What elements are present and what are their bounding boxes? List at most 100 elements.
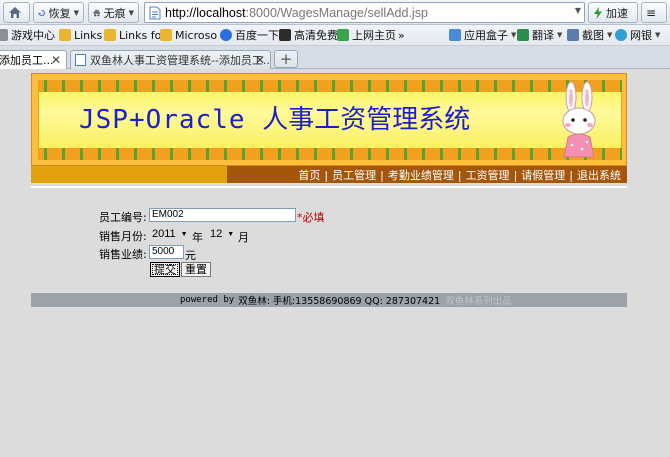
divider	[31, 186, 627, 188]
banner-title-latin: JSP+Oracle	[79, 105, 263, 135]
bookmark-label: Links	[74, 28, 103, 42]
banner-title-cn: 人事工资管理系统	[262, 105, 471, 135]
tab-title: 双鱼林人事工资管理系统--添加员工...	[90, 54, 270, 67]
close-icon[interactable]: ✕	[255, 53, 265, 67]
chevron-down-icon: ▼	[180, 230, 188, 238]
restore-icon	[38, 9, 45, 16]
nav-item-wages[interactable]: 工资管理	[466, 167, 510, 183]
month-unit: 月	[238, 231, 249, 244]
employee-no-label: 员工编号:	[99, 211, 147, 224]
menu-button[interactable]: ≡	[641, 2, 667, 23]
page-icon	[75, 54, 86, 66]
nav-item-logout[interactable]: 退出系统	[577, 167, 621, 183]
bookmarks-more[interactable]: »	[398, 27, 405, 43]
month-value: 12	[210, 228, 223, 240]
incognito-label: 无痕	[103, 6, 126, 20]
nav-item-leave[interactable]: 请假管理	[521, 167, 565, 183]
nav-item-attendance[interactable]: 考勤业绩管理	[388, 167, 454, 183]
tool-item[interactable]: 翻译 ▼	[517, 27, 562, 43]
footer-brand: 双鱼林系列出品	[445, 296, 512, 307]
gamepad-icon	[0, 29, 8, 41]
tab-title: 添加员工...	[0, 54, 54, 67]
submit-button[interactable]: 提交	[150, 262, 180, 277]
restore-label: 恢复	[48, 6, 71, 20]
tool-label: 翻译	[532, 29, 554, 42]
folder-icon	[59, 29, 71, 41]
bookmark-item[interactable]: 上网主页	[337, 27, 396, 43]
month-select[interactable]: 12 ▼	[210, 227, 234, 241]
carrot-border	[38, 148, 622, 160]
url-host: http://localhost	[165, 5, 246, 20]
tab-add-employee[interactable]: 添加员工... ✕	[0, 50, 67, 69]
nav-item-employee[interactable]: 员工管理	[332, 167, 376, 183]
sales-amount-label: 销售业绩:	[99, 248, 147, 261]
tool-label: 截图	[582, 29, 604, 42]
nav-item-home[interactable]: 首页	[298, 167, 320, 183]
close-icon[interactable]: ✕	[51, 53, 61, 67]
tool-item[interactable]: 网银 ▼	[615, 27, 660, 43]
url-path: :8000/WagesManage/sellAdd.jsp	[245, 5, 428, 20]
new-tab-button[interactable]: +	[274, 50, 298, 68]
year-select[interactable]: 2011 ▼	[152, 227, 188, 241]
year-unit: 年	[192, 231, 203, 244]
restore-button[interactable]: 恢复 ▼	[33, 2, 84, 23]
address-bar[interactable]: http://localhost:8000/WagesManage/sellAd…	[144, 2, 585, 23]
reset-button[interactable]: 重置	[181, 262, 211, 277]
page-icon	[149, 6, 161, 19]
tool-item[interactable]: 截图 ▼	[567, 27, 612, 43]
home-page-icon	[337, 29, 349, 41]
sales-month-label: 销售月份:	[99, 230, 147, 243]
sales-amount-input[interactable]: 5000	[149, 245, 184, 259]
banner: JSP+Oracle 人事工资管理系统	[31, 73, 627, 166]
bookmark-label: 游戏中心	[11, 29, 55, 42]
home-icon	[9, 7, 21, 18]
chevron-down-icon: ▼	[128, 8, 134, 17]
bookmark-item[interactable]: Microso	[160, 27, 217, 43]
tool-label: 应用盒子	[464, 29, 508, 42]
bookmark-item[interactable]: 游戏中心	[0, 27, 55, 43]
bookmark-label: Microso	[175, 28, 218, 42]
paw-icon	[220, 29, 232, 41]
lightning-icon	[594, 6, 602, 19]
carrot-border	[38, 80, 622, 92]
menu-icon: ≡	[646, 5, 657, 20]
main-nav: 首页 | 员工管理 | 考勤业绩管理 | 工资管理 | 请假管理 | 退出系统	[31, 166, 627, 183]
home-button[interactable]	[3, 2, 30, 23]
browser-toolbar: 恢复 ▼ 无痕 ▼ http://localhost:8000/WagesMan…	[0, 0, 670, 25]
plus-icon: +	[279, 50, 293, 68]
bookmark-item[interactable]: Links	[59, 27, 102, 43]
chevron-down-icon: ▼	[73, 8, 79, 17]
bookmark-label: 上网主页	[352, 29, 396, 42]
incognito-icon	[93, 9, 100, 16]
folder-icon	[160, 29, 172, 41]
bunny-icon	[562, 81, 596, 158]
sales-unit: 元	[185, 249, 196, 262]
bookmark-label: 百度一下	[235, 29, 279, 42]
nav-items: 首页 | 员工管理 | 考勤业绩管理 | 工资管理 | 请假管理 | 退出系统	[298, 167, 621, 183]
chevron-down-icon: ▼	[557, 31, 563, 39]
bookmark-label: Links fo	[119, 28, 162, 42]
bookmark-item[interactable]: 高清免费	[279, 27, 338, 43]
incognito-button[interactable]: 无痕 ▼	[88, 2, 139, 23]
translate-icon	[517, 29, 529, 41]
footer-contact: 双鱼林: 手机:13558690869 QQ: 287307421	[238, 296, 441, 307]
year-value: 2011	[152, 228, 176, 240]
chevron-down-icon: ▼	[511, 31, 517, 39]
bookmark-item[interactable]: 百度一下	[220, 27, 279, 43]
employee-no-input[interactable]: EM002	[149, 208, 296, 222]
required-note: *必填	[297, 211, 325, 224]
screenshot-icon	[567, 29, 579, 41]
speedup-label: 加速	[606, 6, 628, 20]
chevron-down-icon: ▼	[227, 230, 235, 238]
tab-strip: 添加员工... ✕ 双鱼林人事工资管理系统--添加员工... ✕ +	[0, 47, 670, 69]
banner-title: JSP+Oracle 人事工资管理系统	[79, 99, 470, 136]
chevron-down-icon[interactable]: ▼	[575, 6, 581, 15]
tool-item[interactable]: 应用盒子 ▼	[449, 27, 516, 43]
footer-powered: powered by	[180, 295, 235, 305]
chevron-down-icon: ▼	[655, 31, 661, 39]
bookmark-label: 高清免费	[294, 29, 338, 42]
tab-system[interactable]: 双鱼林人事工资管理系统--添加员工... ✕	[70, 50, 271, 69]
tool-label: 网银	[630, 29, 652, 42]
speedup-button[interactable]: 加速	[588, 2, 638, 23]
bookmark-item[interactable]: Links fo	[104, 27, 161, 43]
